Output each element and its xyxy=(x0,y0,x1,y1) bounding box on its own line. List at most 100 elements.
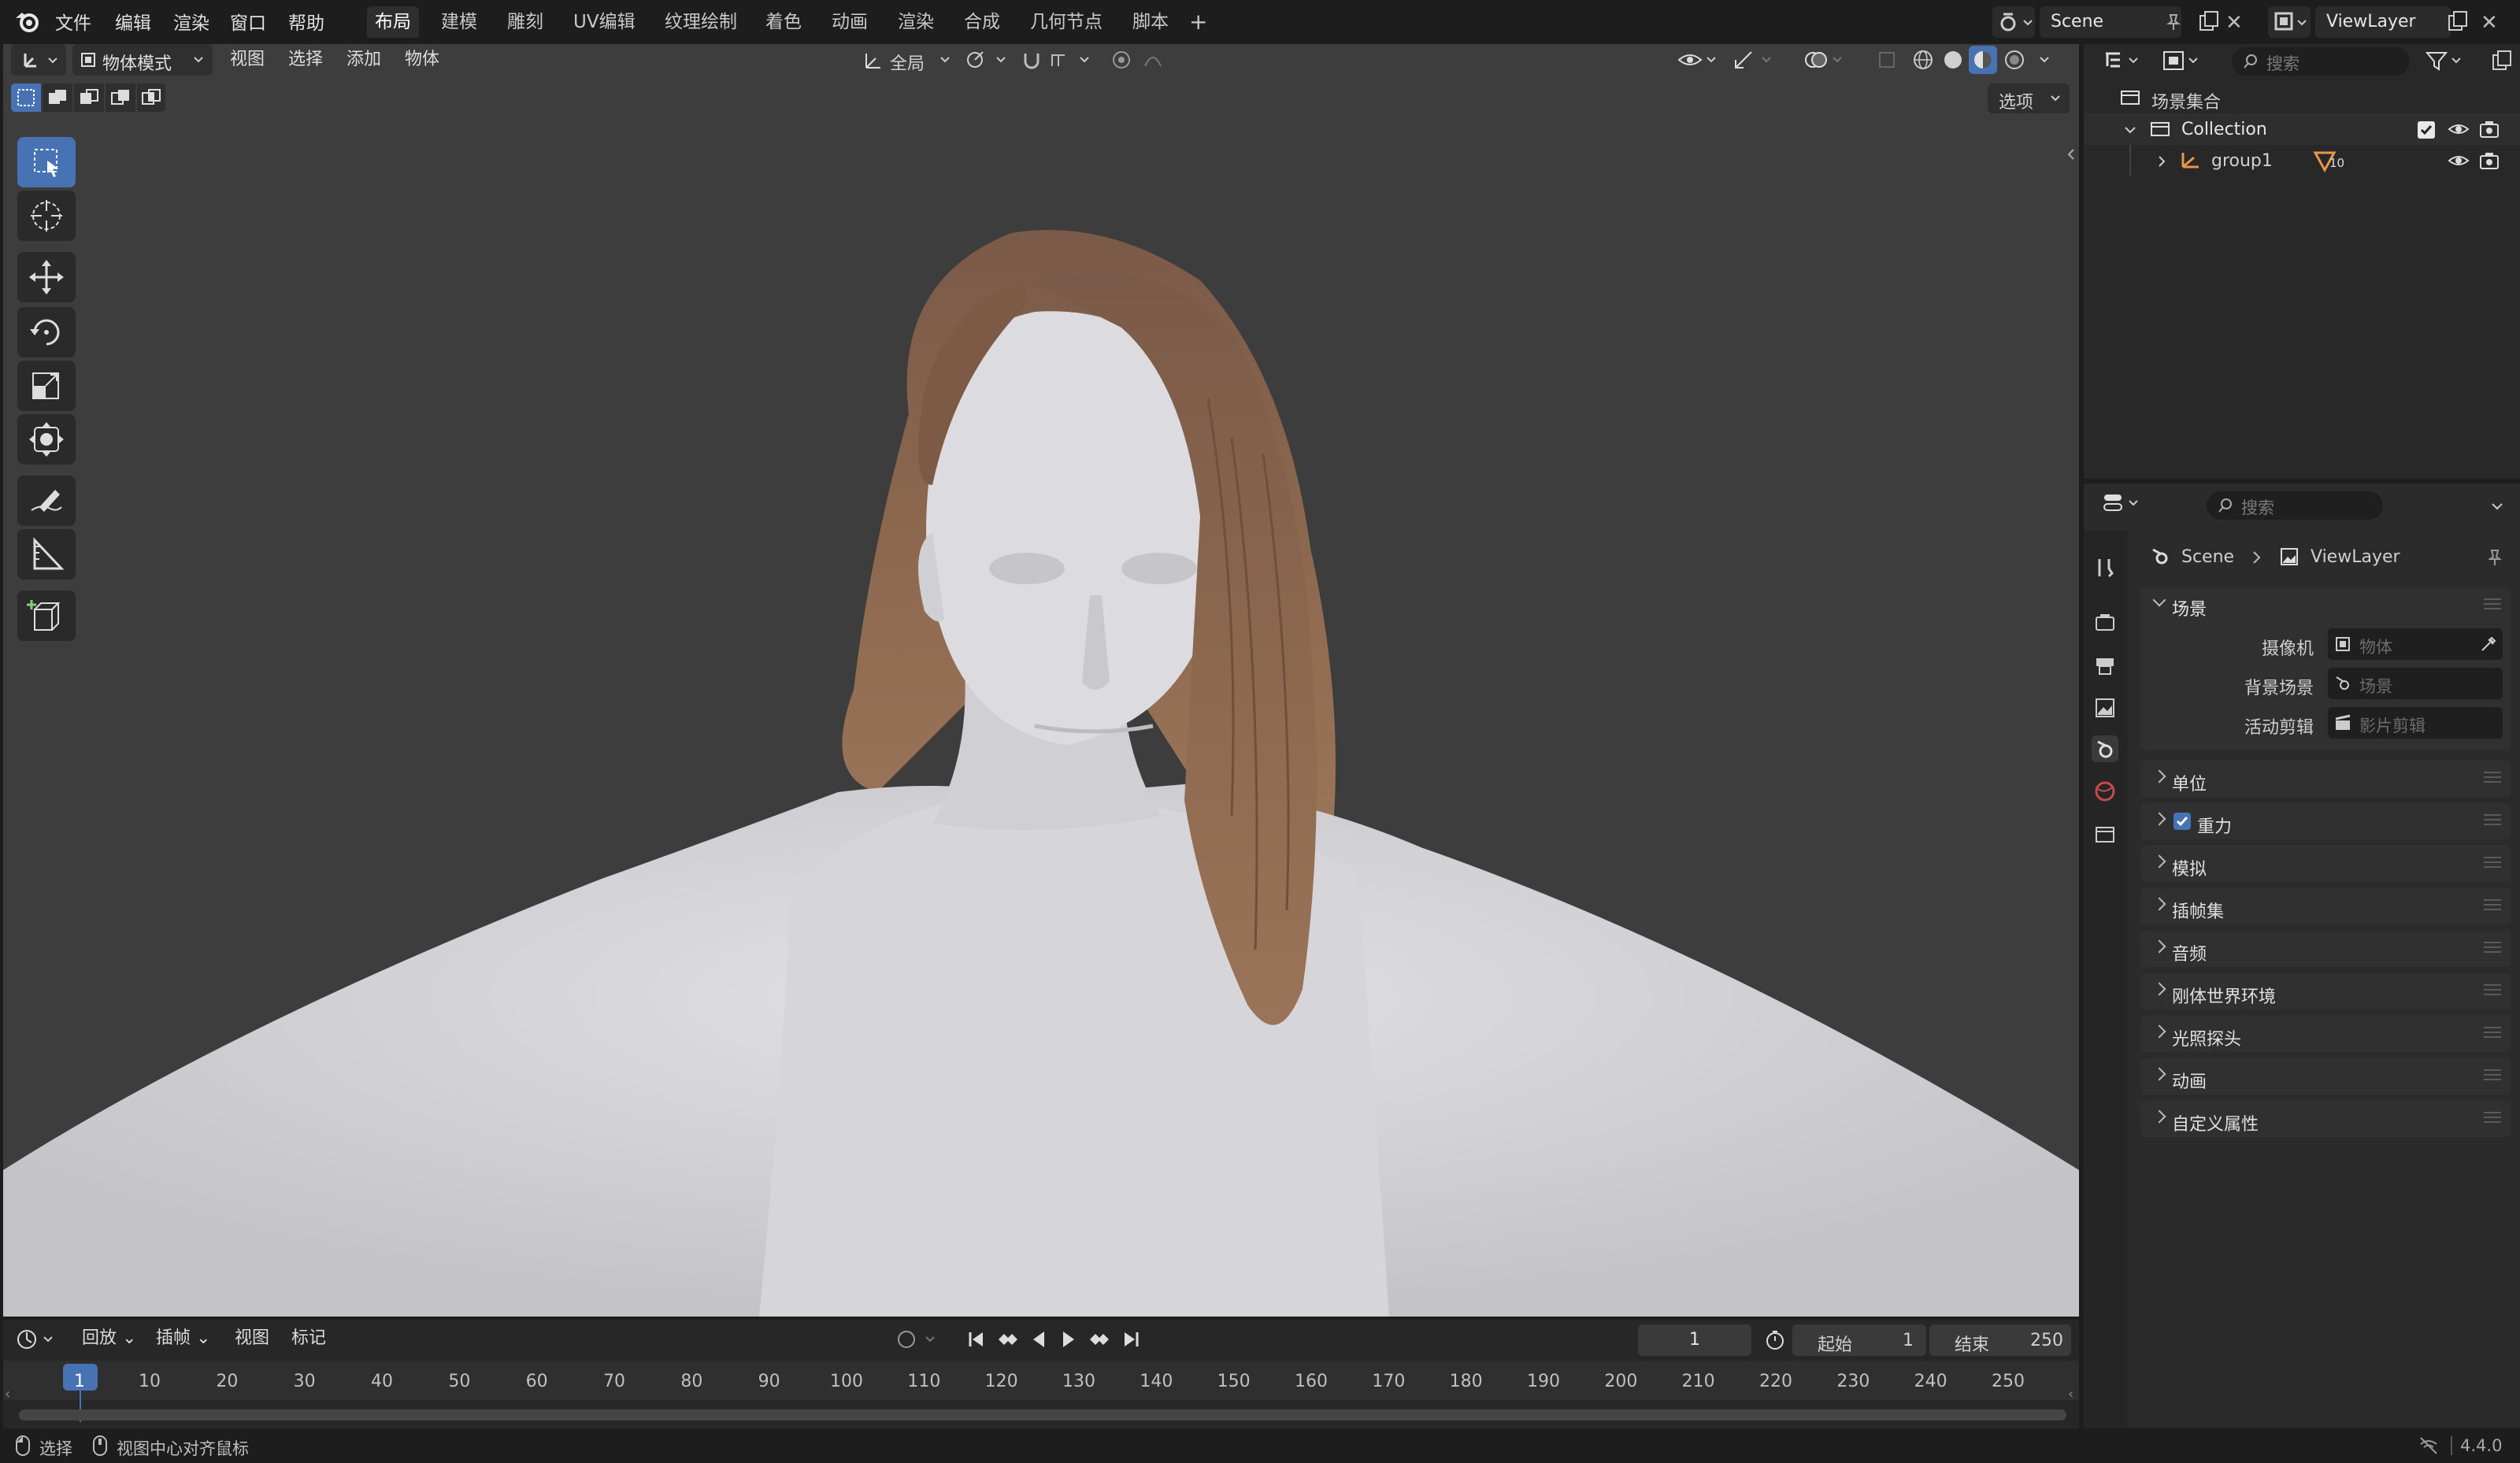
view-layer-tab-icon[interactable] xyxy=(2092,694,2118,721)
properties-editor[interactable]: 搜索 Scene ViewLayer 场景 摄像机 物体 背景场景 场景 活动剪… xyxy=(2084,483,2520,1428)
chevron-down-icon[interactable] xyxy=(2490,499,2504,513)
render-camera-icon[interactable] xyxy=(2479,120,2500,139)
visibility-eye-icon[interactable] xyxy=(2448,151,2470,170)
tab-rendering[interactable]: 渲染 xyxy=(890,6,942,38)
drag-handle-icon[interactable] xyxy=(2484,899,2501,913)
new-scene-icon[interactable] xyxy=(2197,9,2221,33)
eyedropper-icon[interactable] xyxy=(2479,635,2498,654)
new-collection-icon[interactable] xyxy=(2490,49,2514,72)
camera-field[interactable]: 物体 xyxy=(2328,628,2503,660)
panel-audio[interactable]: 音频 xyxy=(2140,931,2511,967)
display-mode-icon[interactable] xyxy=(2159,47,2207,74)
outliner-row-collection[interactable]: Collection xyxy=(2084,113,2520,145)
drag-handle-icon[interactable] xyxy=(2484,942,2501,956)
jump-keyframe-next-icon[interactable] xyxy=(1087,1328,1114,1351)
tab-geometry-nodes[interactable]: 几何节点 xyxy=(1022,6,1110,38)
pin-icon[interactable] xyxy=(2485,548,2504,567)
exclude-checkbox-icon[interactable] xyxy=(2418,121,2435,139)
panel-gravity[interactable]: 重力 xyxy=(2140,803,2511,839)
frame-start-field[interactable]: 起始 1 xyxy=(1792,1324,1926,1356)
tab-sculpting[interactable]: 雕刻 xyxy=(499,6,551,38)
background-scene-field[interactable]: 场景 xyxy=(2328,668,2503,699)
drag-handle-icon[interactable] xyxy=(2484,598,2501,613)
stopwatch-icon[interactable] xyxy=(1764,1329,1786,1351)
delete-scene-icon[interactable]: ✕ xyxy=(2225,11,2243,35)
properties-editor-type-icon[interactable] xyxy=(2099,490,2147,517)
drag-handle-icon[interactable] xyxy=(2484,1027,2501,1041)
play-icon[interactable] xyxy=(1057,1328,1080,1351)
panel-rigid-body-world[interactable]: 刚体世界环境 xyxy=(2140,973,2511,1009)
panel-keying-sets[interactable]: 插帧集 xyxy=(2140,888,2511,924)
timeline-marker-menu[interactable]: 标记 xyxy=(291,1323,326,1354)
view-layer-icon[interactable] xyxy=(2268,6,2311,38)
outliner-row-scene-collection[interactable]: 场景集合 xyxy=(2084,82,2520,113)
properties-search-field[interactable]: 搜索 xyxy=(2207,491,2383,520)
outliner[interactable]: 搜索 场景集合 Collection group1 10 xyxy=(2084,44,2520,479)
panel-simulation[interactable]: 模拟 xyxy=(2140,846,2511,882)
timeline-playback-menu[interactable]: 回放 ⌄ xyxy=(82,1323,136,1354)
scene-name-field[interactable]: Scene xyxy=(2040,6,2181,38)
scene-tab-icon[interactable] xyxy=(2092,735,2118,762)
outliner-editor-type-icon[interactable] xyxy=(2099,47,2147,74)
blender-logo-icon[interactable] xyxy=(14,8,41,35)
panel-animation[interactable]: 动画 xyxy=(2140,1058,2511,1094)
outliner-row-group1[interactable]: group1 10 xyxy=(2084,145,2520,176)
collection-tab-icon[interactable] xyxy=(2092,820,2118,847)
timeline-right-chevron-icon[interactable]: ‹ xyxy=(2068,1386,2073,1402)
menu-window[interactable]: 窗口 xyxy=(230,8,266,35)
active-clip-field[interactable]: 影片剪辑 xyxy=(2328,707,2503,739)
pin-icon[interactable] xyxy=(2164,13,2183,31)
3d-viewport[interactable]: 物体模式 视图 选择 添加 物体 全局 选项 xyxy=(3,44,2079,1317)
panel-scene[interactable]: 场景 摄像机 物体 背景场景 场景 活动剪辑 影片剪辑 xyxy=(2140,587,2511,750)
panel-units[interactable]: 单位 xyxy=(2140,761,2511,797)
output-tab-icon[interactable] xyxy=(2092,652,2118,679)
filter-icon[interactable] xyxy=(2424,49,2468,72)
expand-chevron-right-icon[interactable] xyxy=(2155,154,2169,169)
scene-selector-icon[interactable] xyxy=(1992,6,2035,38)
expand-chevron-down-icon[interactable] xyxy=(2123,123,2137,137)
jump-end-icon[interactable] xyxy=(1120,1328,1143,1351)
visibility-eye-icon[interactable] xyxy=(2448,120,2470,139)
record-icon[interactable] xyxy=(896,1329,943,1350)
panel-custom-properties[interactable]: 自定义属性 xyxy=(2140,1101,2511,1137)
drag-handle-icon[interactable] xyxy=(2484,857,2501,871)
tab-layout[interactable]: 布局 xyxy=(367,6,419,38)
world-tab-icon[interactable] xyxy=(2092,778,2118,805)
tab-scripting[interactable]: 脚本 xyxy=(1125,6,1177,38)
outliner-search-field[interactable]: 搜索 xyxy=(2232,47,2410,76)
tab-animation[interactable]: 动画 xyxy=(824,6,876,38)
timeline-editor-type-icon[interactable] xyxy=(14,1328,61,1351)
tool-tab-icon[interactable] xyxy=(2092,554,2118,581)
play-reverse-icon[interactable] xyxy=(1027,1328,1051,1351)
jump-start-icon[interactable] xyxy=(964,1328,988,1351)
menu-edit[interactable]: 编辑 xyxy=(115,8,151,35)
drag-handle-icon[interactable] xyxy=(2484,772,2501,786)
timeline-scrollbar[interactable] xyxy=(19,1409,2066,1420)
panel-light-probes[interactable]: 光照探头 xyxy=(2140,1016,2511,1052)
timeline[interactable]: 回放 ⌄ 插帧 ⌄ 视图 标记 1 起始 1 结束 250 1 10 20 30 40 5… xyxy=(3,1320,2079,1428)
jump-keyframe-prev-icon[interactable] xyxy=(994,1328,1021,1351)
tab-texture-paint[interactable]: 纹理绘制 xyxy=(657,6,745,38)
menu-file[interactable]: 文件 xyxy=(55,8,91,35)
timeline-keying-menu[interactable]: 插帧 ⌄ xyxy=(156,1323,210,1354)
tab-shading[interactable]: 着色 xyxy=(758,6,810,38)
frame-end-field[interactable]: 结束 250 xyxy=(1929,1324,2071,1356)
render-camera-icon[interactable] xyxy=(2479,151,2500,170)
delete-view-layer-icon[interactable]: ✕ xyxy=(2481,11,2498,35)
drag-handle-icon[interactable] xyxy=(2484,1069,2501,1083)
drag-handle-icon[interactable] xyxy=(2484,984,2501,998)
current-frame-field[interactable]: 1 xyxy=(1638,1324,1751,1356)
view-layer-field[interactable]: ViewLayer xyxy=(2315,6,2451,38)
tab-compositing[interactable]: 合成 xyxy=(956,6,1008,38)
new-view-layer-icon[interactable] xyxy=(2446,9,2470,33)
menu-render[interactable]: 渲染 xyxy=(173,8,209,35)
timeline-left-chevron-icon[interactable]: ‹ xyxy=(5,1386,10,1402)
drag-handle-icon[interactable] xyxy=(2484,814,2501,828)
menu-help[interactable]: 帮助 xyxy=(288,8,324,35)
gravity-checkbox[interactable] xyxy=(2174,813,2191,830)
tab-uv-editing[interactable]: UV编辑 xyxy=(565,6,643,38)
tab-modeling[interactable]: 建模 xyxy=(433,6,485,38)
drag-handle-icon[interactable] xyxy=(2484,1112,2501,1126)
timeline-view-menu[interactable]: 视图 xyxy=(235,1323,269,1354)
render-tab-icon[interactable] xyxy=(2092,609,2118,636)
